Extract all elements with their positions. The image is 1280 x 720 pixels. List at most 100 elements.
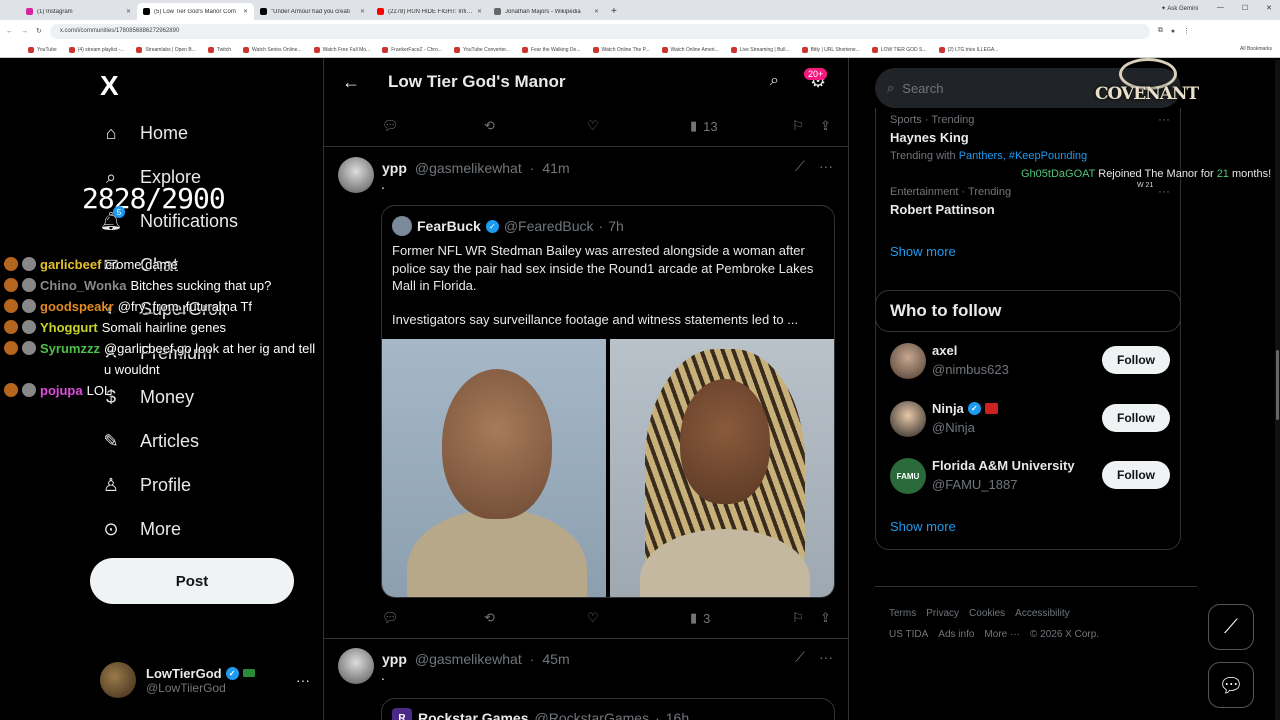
bookmark-item[interactable]: (4) stream playlist -... (68, 46, 124, 53)
browser-tab-active[interactable]: (5) Low Tier God's Manor Com ✕ (137, 3, 254, 20)
tweet-author-handle[interactable]: @gasmelikewhat (415, 651, 522, 667)
url-field[interactable]: x.com/i/communities/1780856886272962890 (49, 23, 1150, 39)
bookmark-item[interactable]: Twitch (207, 46, 231, 53)
bookmark-item[interactable]: Live Streaming | Bull... (730, 46, 790, 53)
bookmark-item[interactable]: Streamlabs | Open B... (136, 46, 196, 53)
close-tab-icon[interactable]: ✕ (477, 8, 482, 15)
scrollbar-thumb[interactable] (1276, 350, 1279, 420)
ask-gemini-button[interactable]: ✦ Ask Gemini (1161, 5, 1198, 12)
grok-icon[interactable]: ⟋ (1208, 604, 1254, 650)
back-arrow-icon[interactable]: ← (342, 72, 360, 93)
repost-icon[interactable]: ⟲ (484, 118, 495, 134)
bookmark-item[interactable]: YouTube (28, 46, 57, 53)
views-button[interactable]: ▮ 13 (690, 118, 718, 134)
scrollbar[interactable] (1275, 60, 1280, 720)
tweet-time[interactable]: 41m (542, 160, 569, 176)
quoted-tweet[interactable]: R Rockstar Games @RockstarGames · 16h (381, 698, 835, 720)
bookmark-item[interactable]: Fear the Walking De... (521, 46, 581, 53)
show-more-link[interactable]: Show more (890, 244, 956, 259)
trend-links[interactable]: Panthers, #KeepPounding (959, 150, 1087, 162)
mugshot-image-right[interactable] (610, 338, 834, 597)
reply-icon[interactable]: 💬︎ (382, 118, 399, 134)
close-tab-icon[interactable]: ✕ (126, 8, 131, 15)
follow-button[interactable]: Follow (1102, 461, 1170, 489)
views-button[interactable]: ▮ 3 (690, 610, 710, 626)
all-bookmarks[interactable]: All Bookmarks (1240, 46, 1272, 52)
reload-icon[interactable]: ↻ (36, 27, 42, 35)
tweet-author-name[interactable]: ypp (382, 651, 407, 667)
grok-explain-icon[interactable]: ⟋ (795, 649, 805, 666)
tweet-author-handle[interactable]: @gasmelikewhat (415, 160, 522, 176)
extensions-icon[interactable]: ⧉ (1158, 27, 1163, 35)
quoted-tweet[interactable]: FearBuck ✓ @FearedBuck · 7h Former NFL W… (381, 205, 835, 598)
show-more-link[interactable]: Show more (890, 519, 956, 534)
follow-suggestion[interactable]: axel @nimbus623 Follow (890, 343, 1170, 383)
maximize-icon[interactable]: ☐ (1242, 4, 1248, 12)
back-nav-icon[interactable]: ← (6, 28, 13, 35)
footer-link[interactable]: © 2026 X Corp. (1030, 629, 1099, 640)
share-icon[interactable]: ⇪ (820, 610, 831, 626)
close-tab-icon[interactable]: ✕ (243, 8, 248, 15)
bookmark-item[interactable]: Watch Online The P... (592, 46, 650, 53)
more-options-icon[interactable]: ··· (819, 158, 833, 174)
trend-name[interactable]: Haynes King (890, 130, 969, 145)
like-icon[interactable]: ♡ (587, 610, 599, 626)
footer-link[interactable]: US TIDA (889, 629, 928, 640)
follow-suggestion[interactable]: Ninja ✓ @Ninja Follow (890, 401, 1170, 441)
follow-suggestion[interactable]: FAMU Florida A&M University @FAMU_1887 F… (890, 458, 1170, 498)
more-options-icon[interactable]: ··· (819, 649, 833, 665)
footer-link[interactable]: Accessibility (1015, 608, 1069, 619)
search-icon[interactable]: ⌕ (770, 72, 779, 90)
bookmark-icon[interactable]: ⚐ (792, 610, 804, 626)
footer-link[interactable]: Privacy (926, 608, 959, 619)
avatar[interactable] (338, 157, 374, 193)
quote-media[interactable] (382, 338, 834, 597)
x-logo-icon[interactable]: X (100, 70, 119, 102)
bookmark-icon[interactable]: ⚐ (792, 118, 804, 134)
close-tab-icon[interactable]: ✕ (594, 8, 599, 15)
bookmark-item[interactable]: YouTube Converter... (454, 46, 510, 53)
bookmark-item[interactable]: Watch Online Ameri... (661, 46, 719, 53)
account-switcher[interactable]: LowTierGod ✓ @LowTiierGod ··· (100, 656, 310, 704)
tweet-time[interactable]: 45m (542, 651, 569, 667)
bookmark-item[interactable]: Watch Free Full Mo... (313, 46, 370, 53)
nav-item-more[interactable]: ⊙ More (100, 518, 181, 540)
close-tab-icon[interactable]: ✕ (360, 8, 365, 15)
browser-menu-icon[interactable]: ⋮ (1183, 27, 1190, 35)
follow-button[interactable]: Follow (1102, 346, 1170, 374)
browser-tab[interactable]: Jonathan Majors - Wikipedia ✕ (488, 3, 605, 20)
reply-icon[interactable]: 💬︎ (382, 610, 399, 626)
browser-tab[interactable]: (2278) RUN HIDE FIGHT: Infide ✕ (371, 3, 488, 20)
browser-tab[interactable]: "Under Armour had you creati ✕ (254, 3, 371, 20)
mugshot-image-left[interactable] (382, 338, 606, 597)
more-options-icon[interactable]: ··· (1158, 184, 1170, 198)
nav-item-articles[interactable]: ✎ Articles (100, 430, 199, 452)
profile-avatar-icon[interactable]: ● (1171, 28, 1175, 35)
minimize-icon[interactable]: — (1217, 4, 1224, 12)
repost-icon[interactable]: ⟲ (484, 610, 495, 626)
nav-item-home[interactable]: ⌂ Home (100, 122, 188, 144)
bookmark-item[interactable]: (2) LTG tries ILLEGA... (938, 46, 998, 53)
close-window-icon[interactable]: ✕ (1266, 4, 1272, 12)
more-options-icon[interactable]: ··· (296, 672, 310, 688)
footer-link[interactable]: Terms (889, 608, 916, 619)
grok-explain-icon[interactable]: ⟋ (795, 158, 805, 175)
bookmark-item[interactable]: Watch Series Online... (243, 46, 302, 53)
bookmark-item[interactable]: FrankerFaceZ - Chro... (382, 46, 442, 53)
tweet-author-name[interactable]: ypp (382, 160, 407, 176)
follow-button[interactable]: Follow (1102, 404, 1170, 432)
footer-link[interactable]: Cookies (969, 608, 1005, 619)
like-icon[interactable]: ♡ (587, 118, 599, 134)
footer-link[interactable]: More ··· (984, 629, 1020, 640)
forward-nav-icon[interactable]: → (21, 28, 28, 35)
bookmark-item[interactable]: Bitly | URL Shortene... (801, 46, 860, 53)
browser-tab[interactable]: (1) Instagram ✕ (20, 3, 137, 20)
avatar[interactable] (338, 648, 374, 684)
trend-name[interactable]: Robert Pattinson (890, 202, 995, 217)
messages-icon[interactable]: 💬︎ (1208, 662, 1254, 708)
post-button[interactable]: Post (90, 558, 294, 604)
bookmark-item[interactable]: LOW TIER GOD S... (871, 46, 927, 53)
nav-item-profile[interactable]: ♙ Profile (100, 474, 191, 496)
new-tab-button[interactable]: + (605, 6, 623, 20)
footer-link[interactable]: Ads info (938, 629, 974, 640)
